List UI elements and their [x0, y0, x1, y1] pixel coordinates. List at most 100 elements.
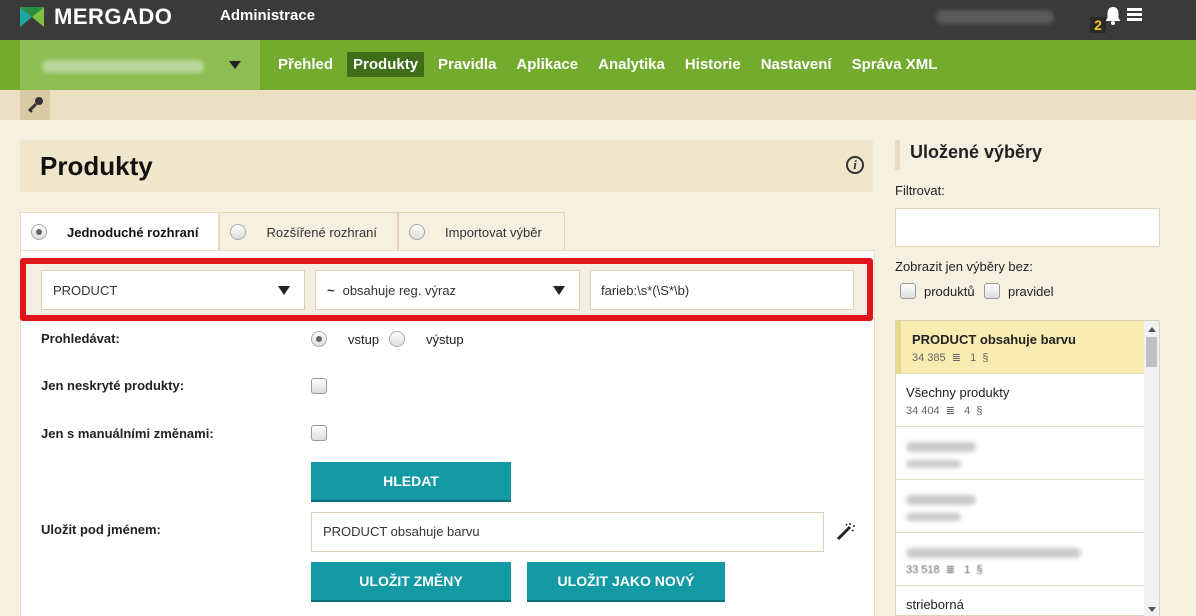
- operator-select[interactable]: ~ obsahuje reg. výraz: [315, 270, 580, 310]
- nav-item-sprava-xml[interactable]: Správa XML: [846, 52, 944, 77]
- field-select[interactable]: PRODUCT: [41, 270, 305, 310]
- list-item[interactable]: 33 518 ≣ 1 §: [896, 533, 1145, 586]
- shop-select[interactable]: [20, 40, 260, 90]
- section-icon: §: [979, 352, 989, 364]
- search-in-input-label: vstup: [348, 332, 380, 347]
- notification-badge: 2: [1090, 17, 1106, 33]
- tab-simple-label: Jednoduché rozhraní: [67, 224, 199, 240]
- operator-symbol: ~: [327, 282, 335, 298]
- tab-import-radio: [409, 224, 426, 240]
- menu-icon[interactable]: [1127, 8, 1142, 22]
- tab-simple[interactable]: Jednoduché rozhraní: [20, 212, 220, 251]
- shop-name: [42, 60, 204, 73]
- sub-bar: [0, 90, 1196, 120]
- nav-item-analytika[interactable]: Analytika: [592, 52, 671, 77]
- page-title: Produkty: [40, 151, 153, 181]
- nav-item-nastaveni[interactable]: Nastavení: [755, 52, 838, 77]
- title-panel: Produkty i: [20, 140, 873, 192]
- saved-selections-list: PRODUCT obsahuje barvu 34 385 ≣ 1 § Všec…: [895, 320, 1160, 616]
- operator-select-value: obsahuje reg. výraz: [342, 282, 457, 298]
- nav-item-historie[interactable]: Historie: [679, 52, 747, 77]
- unhidden-only-label: Jen neskryté produkty:: [41, 378, 185, 393]
- search-in-output-radio[interactable]: [389, 331, 405, 347]
- saved-selections-title: Uložené výběry: [895, 140, 1160, 170]
- saved-list-scrollbar[interactable]: [1144, 321, 1159, 616]
- saved-filter-input[interactable]: [895, 208, 1160, 247]
- list-item[interactable]: strieborná: [896, 586, 1145, 615]
- tab-import[interactable]: Importovat výběr: [398, 212, 565, 251]
- saved-item-rules: 4: [964, 405, 971, 417]
- list-item[interactable]: PRODUCT obsahuje barvu 34 385 ≣ 1 §: [896, 321, 1145, 374]
- blurred-meta: [906, 460, 961, 468]
- caret-down-icon: [229, 61, 241, 69]
- blurred-meta: [906, 513, 961, 521]
- logo[interactable]: MERGADO: [20, 4, 173, 29]
- save-as-new-button[interactable]: ULOŽIT JAKO NOVÝ: [527, 562, 725, 602]
- unhidden-only-checkbox[interactable]: [311, 378, 327, 394]
- without-products-label: produktů: [924, 284, 975, 299]
- save-name-input[interactable]: PRODUCT obsahuje barvu: [311, 512, 824, 552]
- blurred-name: [906, 442, 976, 452]
- caret-down-icon: [278, 286, 290, 295]
- list-item[interactable]: [896, 480, 1145, 533]
- list-icon: ≣: [942, 405, 962, 417]
- main-nav: Přehled Produkty Pravidla Aplikace Analy…: [0, 40, 1196, 90]
- list-icon: ≣: [942, 564, 962, 576]
- query-input[interactable]: farieb:\s*(\S*\b): [590, 270, 854, 310]
- saved-item-products: 34 404: [906, 405, 940, 417]
- tab-simple-radio: [31, 224, 47, 240]
- blurred-name: [906, 548, 1081, 558]
- search-in-label: Prohledávat:: [41, 331, 120, 346]
- without-rules-checkbox[interactable]: [984, 283, 1000, 299]
- bell-icon[interactable]: [1104, 6, 1122, 26]
- nav-item-produkty[interactable]: Produkty: [347, 52, 425, 77]
- logo-text: MERGADO: [54, 4, 173, 29]
- filter-label: Filtrovat:: [895, 183, 945, 198]
- saved-item-meta: 34 404 ≣ 4 §: [906, 404, 983, 417]
- nav-item-prehled[interactable]: Přehled: [272, 52, 339, 77]
- show-without-label: Zobrazit jen výběry bez:: [895, 259, 1034, 274]
- list-item[interactable]: [896, 427, 1145, 480]
- info-icon[interactable]: i: [846, 156, 864, 174]
- search-in-input-radio[interactable]: [311, 331, 327, 347]
- save-changes-button[interactable]: ULOŽIT ZMĚNY: [311, 562, 511, 602]
- saved-item-products: 34 385: [912, 352, 946, 364]
- saved-item-meta: 34 385 ≣ 1 §: [912, 351, 989, 364]
- list-icon: ≣: [948, 352, 968, 364]
- search-button[interactable]: HLEDAT: [311, 462, 511, 502]
- nav-item-pravidla[interactable]: Pravidla: [432, 52, 502, 77]
- manual-only-label: Jen s manuálními změnami:: [41, 426, 214, 441]
- field-select-value: PRODUCT: [53, 282, 118, 298]
- magic-wand-icon[interactable]: [835, 522, 855, 542]
- save-name-label: Uložit pod jménem:: [41, 522, 161, 537]
- blurred-name: [906, 495, 976, 505]
- scroll-up-icon[interactable]: [1148, 327, 1156, 332]
- admin-label[interactable]: Administrace: [220, 7, 315, 24]
- without-rules-label: pravidel: [1008, 284, 1054, 299]
- user-name[interactable]: [936, 10, 1054, 24]
- nav-items: Přehled Produkty Pravidla Aplikace Analy…: [272, 52, 951, 77]
- saved-item-products: 33 518: [906, 564, 940, 576]
- mergado-logo-icon: [20, 7, 44, 27]
- search-in-output-label: výstup: [426, 332, 464, 347]
- tab-advanced[interactable]: Rozšířené rozhraní: [219, 212, 399, 251]
- manual-only-checkbox[interactable]: [311, 425, 327, 441]
- list-item[interactable]: Všechny produkty 34 404 ≣ 4 §: [896, 374, 1145, 427]
- saved-item-name: PRODUCT obsahuje barvu: [912, 332, 1076, 347]
- section-icon: §: [973, 564, 983, 576]
- key-icon: [27, 97, 43, 113]
- top-bar: MERGADO Administrace 2: [0, 0, 1196, 40]
- tab-import-label: Importovat výběr: [445, 224, 542, 240]
- saved-item-meta: 33 518 ≣ 1 §: [906, 563, 983, 576]
- query-input-value: farieb:\s*(\S*\b): [601, 282, 690, 298]
- scroll-down-icon[interactable]: [1148, 607, 1156, 612]
- nav-item-aplikace[interactable]: Aplikace: [510, 52, 584, 77]
- saved-item-name: strieborná: [906, 597, 964, 612]
- without-products-checkbox[interactable]: [900, 283, 916, 299]
- key-button[interactable]: [20, 90, 50, 120]
- saved-item-rules: 1: [964, 564, 971, 576]
- scroll-thumb[interactable]: [1146, 337, 1157, 367]
- interface-tabs: Jednoduché rozhraní Rozšířené rozhraní I…: [20, 212, 565, 251]
- saved-item-name: Všechny produkty: [906, 385, 1010, 400]
- saved-item-rules: 1: [970, 352, 977, 364]
